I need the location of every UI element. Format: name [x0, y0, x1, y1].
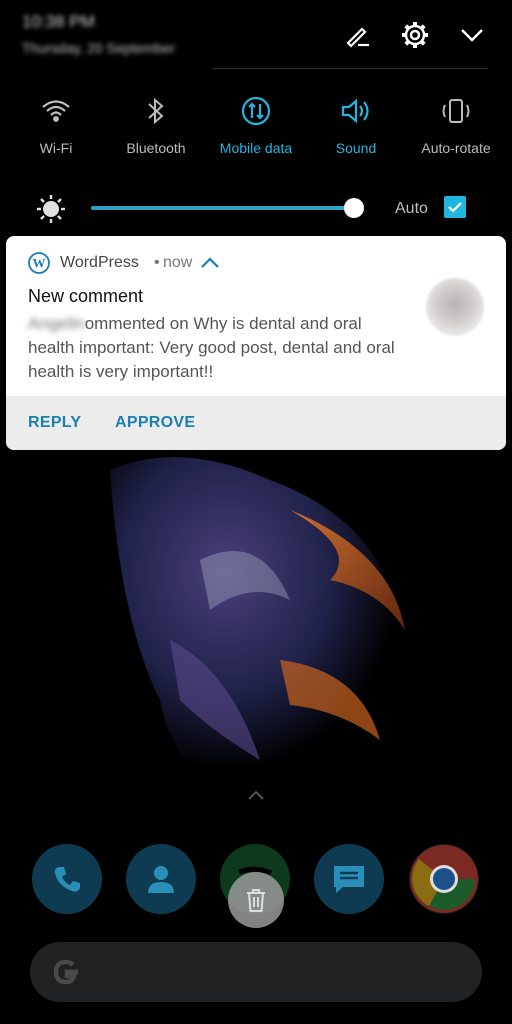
tile-label: Sound: [335, 140, 377, 156]
svg-text:W: W: [33, 256, 46, 271]
collapse-icon[interactable]: [455, 18, 489, 52]
tile-bluetooth[interactable]: Bluetooth: [106, 88, 206, 156]
notification-card[interactable]: W WordPress • now New comment Angelinomm…: [6, 236, 506, 450]
tile-label: Wi-Fi: [39, 140, 73, 156]
tile-label: Mobile data: [219, 140, 293, 156]
chrome-icon[interactable]: [409, 844, 479, 914]
header-divider: [212, 68, 488, 69]
notification-actions: REPLY APPROVE: [6, 396, 506, 450]
brightness-row: Auto: [0, 188, 512, 228]
checkmark-icon: [448, 202, 462, 213]
notification-content[interactable]: W WordPress • now New comment Angelinomm…: [6, 236, 506, 396]
tile-sound[interactable]: Sound: [306, 88, 406, 156]
brightness-icon: [36, 194, 66, 229]
tile-label: Auto-rotate: [421, 140, 491, 156]
quick-settings-tiles: Wi-Fi Bluetooth Mobile data Sound Auto-r…: [0, 88, 512, 168]
notification-body: Angelinommented on Why is dental and ora…: [28, 312, 408, 384]
edit-icon[interactable]: [340, 18, 374, 52]
brightness-slider-track[interactable]: [91, 206, 355, 210]
google-g-icon: [48, 954, 84, 995]
wordpress-icon: W: [28, 252, 50, 279]
tile-wifi[interactable]: Wi-Fi: [6, 88, 106, 156]
mobile-data-icon: [206, 88, 306, 134]
status-date: Thursday, 20 September: [22, 40, 176, 56]
chevron-up-icon[interactable]: [246, 788, 266, 807]
bluetooth-icon: [106, 88, 206, 134]
tile-auto-rotate[interactable]: Auto-rotate: [406, 88, 506, 156]
notification-time: now: [163, 254, 193, 271]
tile-label: Bluetooth: [126, 140, 186, 156]
auto-brightness-label: Auto: [395, 200, 428, 217]
status-time: 10:38 PM: [22, 12, 95, 31]
messages-icon[interactable]: [314, 844, 384, 914]
settings-icon[interactable]: [398, 18, 432, 52]
reply-button[interactable]: REPLY: [28, 414, 81, 432]
contacts-icon[interactable]: [126, 844, 196, 914]
brightness-slider-thumb[interactable]: [344, 198, 364, 218]
avatar: [426, 278, 484, 336]
auto-rotate-icon: [406, 88, 506, 134]
notification-separator: •: [154, 254, 160, 271]
chevron-up-icon[interactable]: [200, 255, 220, 276]
comment-author: Angelin: [28, 314, 85, 333]
notification-title: New comment: [28, 286, 144, 306]
sound-icon: [306, 88, 406, 134]
notification-app-name: WordPress: [60, 254, 139, 271]
google-search-bar[interactable]: [30, 942, 482, 1002]
trash-icon[interactable]: [228, 872, 284, 928]
tile-mobile-data[interactable]: Mobile data: [206, 88, 306, 156]
approve-button[interactable]: APPROVE: [115, 414, 195, 432]
phone-icon[interactable]: [32, 844, 102, 914]
wifi-icon: [6, 88, 106, 134]
auto-brightness-checkbox[interactable]: [444, 196, 466, 218]
wallpaper-art: [60, 440, 460, 790]
